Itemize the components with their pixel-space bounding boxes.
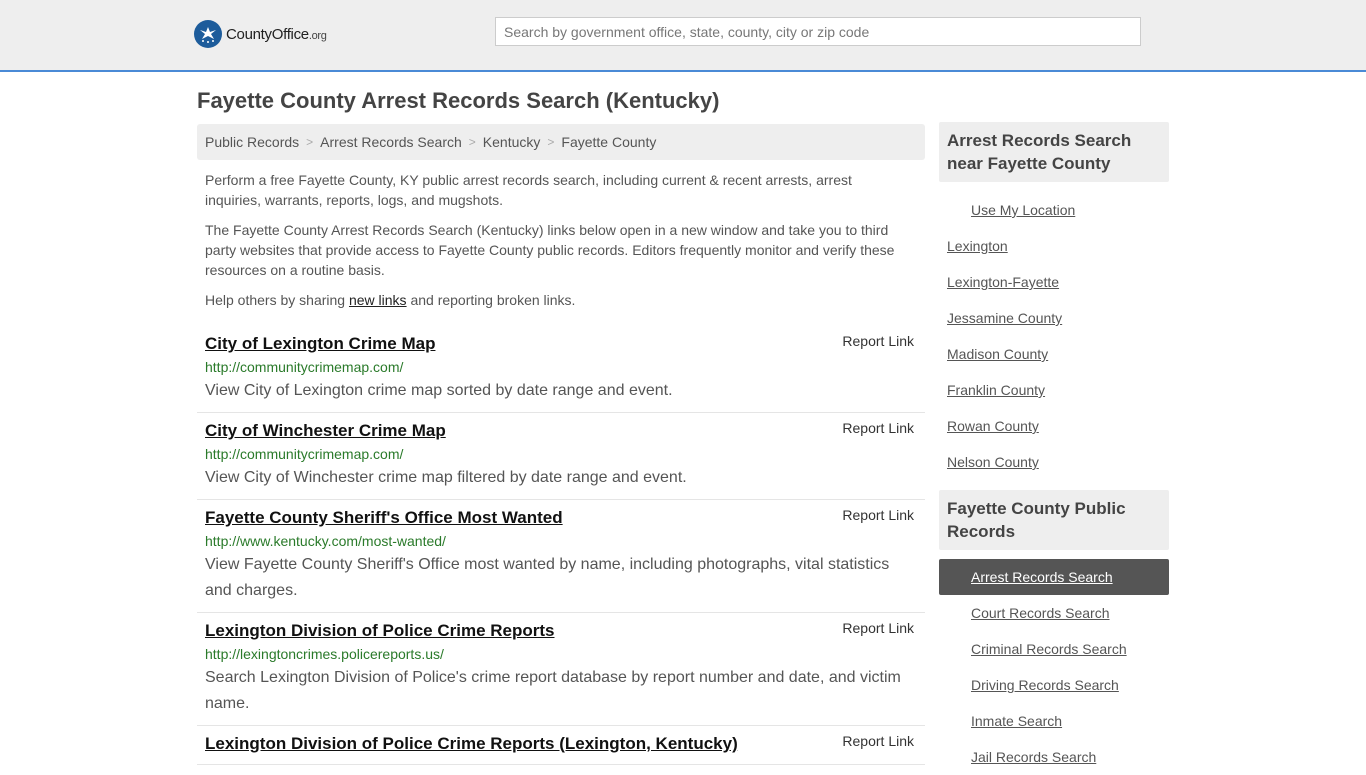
result-title-link[interactable]: City of Winchester Crime Map xyxy=(205,419,446,443)
result-title-link[interactable]: Lexington Division of Police Crime Repor… xyxy=(205,732,738,756)
result-item: Lexington Division of Police Crime Repor… xyxy=(197,726,925,765)
sidebar-item-use-location: Use My Location xyxy=(939,192,1169,228)
result-url: http://lexingtoncrimes.policereports.us/ xyxy=(205,646,444,662)
sidebar-item-records: Court Records Search xyxy=(939,595,1169,631)
report-link-button[interactable]: Report Link xyxy=(842,420,914,436)
result-description: View Fayette County Sheriff's Office mos… xyxy=(205,556,890,599)
new-links-link[interactable]: new links xyxy=(349,292,407,308)
sidebar-item-records: Jail Records Search xyxy=(939,739,1169,775)
breadcrumb-separator: > xyxy=(468,135,476,149)
sidebar-item-nearby: Madison County xyxy=(939,336,1169,372)
breadcrumb-separator: > xyxy=(306,135,314,149)
result-item: Lexington Division of Police Crime Repor… xyxy=(197,613,925,726)
site-logo[interactable]: CountyOffice.org xyxy=(194,20,327,48)
result-url: http://communitycrimemap.com/ xyxy=(205,359,404,375)
result-item: Fayette County Sheriff's Office Most Wan… xyxy=(197,500,925,613)
sidebar-item-nearby: Rowan County xyxy=(939,408,1169,444)
public-records-section-title: Fayette County Public Records xyxy=(939,490,1169,550)
nearby-link[interactable]: Franklin County xyxy=(947,382,1045,398)
records-link[interactable]: Inmate Search xyxy=(971,713,1062,729)
sidebar-item-nearby: Lexington xyxy=(939,228,1169,264)
sidebar-item-records: Inmate Search xyxy=(939,703,1169,739)
result-url: http://www.kentucky.com/most-wanted/ xyxy=(205,533,446,549)
site-header: CountyOffice.org xyxy=(0,0,1366,72)
breadcrumb-kentucky[interactable]: Kentucky xyxy=(483,134,541,150)
breadcrumb-public-records[interactable]: Public Records xyxy=(205,134,299,150)
nearby-link[interactable]: Jessamine County xyxy=(947,310,1062,326)
breadcrumb: Public Records > Arrest Records Search >… xyxy=(197,124,925,160)
sharing-paragraph: Help others by sharing new links and rep… xyxy=(205,290,905,310)
search-input[interactable] xyxy=(495,17,1141,46)
records-link[interactable]: Court Records Search xyxy=(971,605,1110,621)
logo-text: CountyOffice.org xyxy=(226,25,327,43)
result-description: View City of Winchester crime map filter… xyxy=(205,469,687,486)
result-item: City of Winchester Crime Map Report Link… xyxy=(197,413,925,500)
nearby-link[interactable]: Madison County xyxy=(947,346,1048,362)
result-item: City of Lexington Crime Map Report Link … xyxy=(197,326,925,413)
report-link-button[interactable]: Report Link xyxy=(842,333,914,349)
result-description: View City of Lexington crime map sorted … xyxy=(205,382,673,399)
report-link-button[interactable]: Report Link xyxy=(842,507,914,523)
result-title-link[interactable]: Fayette County Sheriff's Office Most Wan… xyxy=(205,506,563,530)
result-url: http://communitycrimemap.com/ xyxy=(205,446,404,462)
breadcrumb-separator: > xyxy=(547,135,555,149)
use-my-location-link[interactable]: Use My Location xyxy=(971,202,1075,218)
disclaimer-paragraph: The Fayette County Arrest Records Search… xyxy=(205,222,895,278)
nearby-link[interactable]: Lexington xyxy=(947,238,1008,254)
sidebar-item-nearby: Lexington-Fayette xyxy=(939,264,1169,300)
report-link-button[interactable]: Report Link xyxy=(842,620,914,636)
public-records-list: Arrest Records Search Court Records Sear… xyxy=(939,559,1169,775)
result-title-link[interactable]: Lexington Division of Police Crime Repor… xyxy=(205,619,555,643)
nearby-link[interactable]: Lexington-Fayette xyxy=(947,274,1059,290)
records-link[interactable]: Jail Records Search xyxy=(971,749,1096,765)
sidebar-item-nearby: Nelson County xyxy=(939,444,1169,480)
sidebar-item-nearby: Jessamine County xyxy=(939,300,1169,336)
nearby-section-title: Arrest Records Search near Fayette Count… xyxy=(939,122,1169,182)
sidebar-item-active: Arrest Records Search xyxy=(939,559,1169,595)
records-link[interactable]: Driving Records Search xyxy=(971,677,1119,693)
sharing-text: Help others by sharing xyxy=(205,292,349,308)
page-title: Fayette County Arrest Records Search (Ke… xyxy=(197,88,720,113)
breadcrumb-fayette-county[interactable]: Fayette County xyxy=(561,134,656,150)
nearby-link[interactable]: Rowan County xyxy=(947,418,1039,434)
report-link-button[interactable]: Report Link xyxy=(842,733,914,749)
nearby-list: Use My Location Lexington Lexington-Faye… xyxy=(939,192,1169,480)
sidebar-item-nearby: Franklin County xyxy=(939,372,1169,408)
sidebar-item-records: Criminal Records Search xyxy=(939,631,1169,667)
breadcrumb-arrest-records-search[interactable]: Arrest Records Search xyxy=(320,134,462,150)
sharing-text-end: and reporting broken links. xyxy=(406,292,576,308)
result-title-link[interactable]: City of Lexington Crime Map xyxy=(205,332,435,356)
sidebar: Arrest Records Search near Fayette Count… xyxy=(939,122,1169,775)
intro-paragraph: Perform a free Fayette County, KY public… xyxy=(205,172,852,208)
records-link-active[interactable]: Arrest Records Search xyxy=(971,569,1113,585)
result-description: Search Lexington Division of Police's cr… xyxy=(205,669,901,712)
records-link[interactable]: Criminal Records Search xyxy=(971,641,1127,657)
results-list: City of Lexington Crime Map Report Link … xyxy=(197,326,925,765)
nearby-link[interactable]: Nelson County xyxy=(947,454,1039,470)
eagle-seal-icon xyxy=(194,20,222,48)
sidebar-item-records: Driving Records Search xyxy=(939,667,1169,703)
